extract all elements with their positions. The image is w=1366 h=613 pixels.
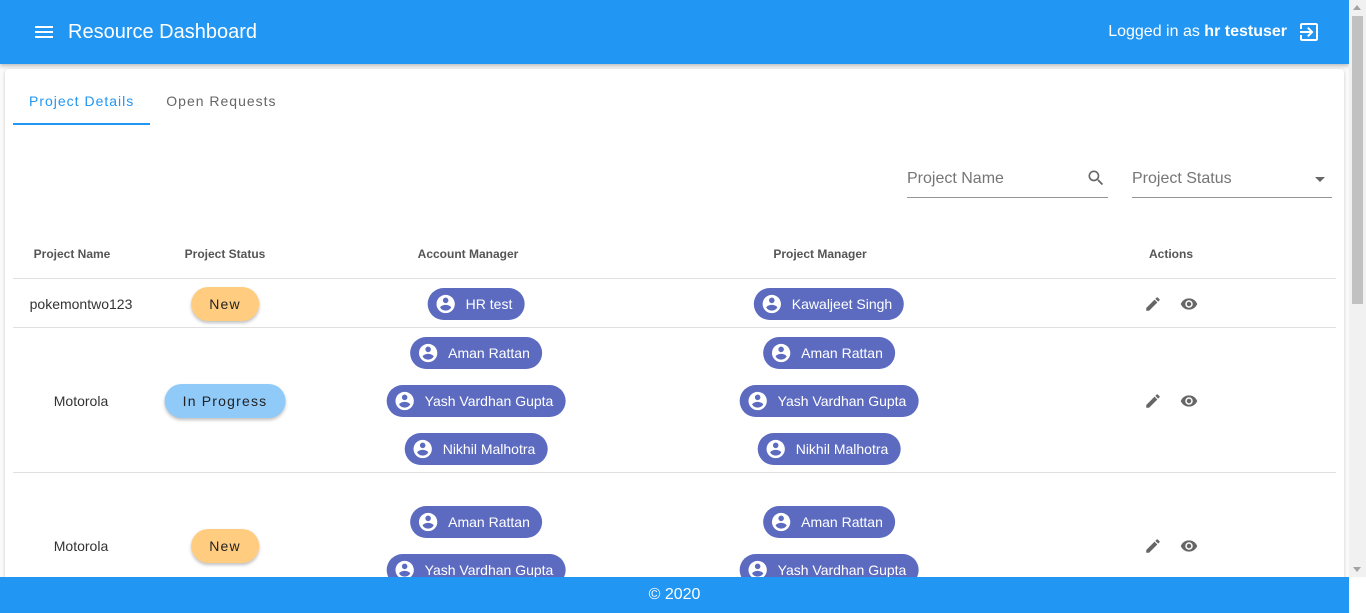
header-project-manager: Project Manager (773, 247, 867, 261)
status-badge: New (191, 286, 259, 321)
project-manager-name: Yash Vardhan Gupta (777, 561, 907, 578)
status-select-placeholder: Project Status (1132, 170, 1232, 187)
username: hr testuser (1204, 23, 1287, 40)
header-project-name: Project Name (33, 247, 111, 261)
project-manager-name: Nikhil Malhotra (795, 440, 889, 457)
account-manager-chip[interactable]: Aman Rattan (410, 336, 542, 369)
main-card: Project Details Open Requests Project St… (5, 69, 1344, 609)
table-header: Project Name Project Status Account Mana… (13, 237, 1336, 279)
project-manager-chip[interactable]: Kawaljeet Singh (753, 287, 905, 320)
header-actions: Actions (1148, 247, 1194, 261)
project-manager-chip[interactable]: Yash Vardhan Gupta (739, 384, 919, 417)
account-circle-icon (395, 391, 414, 410)
edit-icon[interactable] (1144, 392, 1162, 410)
footer: © 2020 (0, 577, 1349, 613)
page-scrollbar[interactable] (1349, 0, 1366, 577)
edit-icon[interactable] (1144, 537, 1162, 555)
project-name-cell: Motorola (53, 537, 109, 554)
account-manager-name: HR test (465, 295, 513, 312)
account-manager-chip[interactable]: Yash Vardhan Gupta (386, 384, 566, 417)
tab-project-details[interactable]: Project Details (13, 85, 151, 125)
tab-open-requests[interactable]: Open Requests (150, 85, 292, 125)
project-manager-name: Aman Rattan (801, 513, 883, 530)
project-manager-chip[interactable]: Aman Rattan (763, 505, 895, 538)
project-manager-name: Kawaljeet Singh (791, 295, 893, 312)
account-circle-icon (748, 391, 767, 410)
chevron-down-icon (1315, 177, 1325, 182)
menu-button[interactable] (30, 20, 58, 44)
account-manager-chip[interactable]: Nikhil Malhotra (404, 432, 548, 465)
account-manager-name: Aman Rattan (448, 344, 530, 361)
account-circle-icon (762, 294, 781, 313)
login-info: Logged in as hr testuser (1108, 21, 1287, 43)
account-manager-name: Yash Vardhan Gupta (424, 392, 554, 409)
project-manager-chip[interactable]: Nikhil Malhotra (757, 432, 901, 465)
project-name-cell: pokemontwo123 (29, 295, 133, 312)
logout-icon (1300, 23, 1318, 41)
header-project-status: Project Status (184, 247, 266, 261)
visibility-icon[interactable] (1180, 295, 1198, 313)
project-status-select[interactable]: Project Status (1132, 165, 1332, 198)
search-input[interactable] (907, 165, 1077, 193)
tab-bar: Project Details Open Requests (13, 85, 293, 125)
account-circle-icon (413, 439, 432, 458)
login-prefix: Logged in as (1108, 23, 1200, 40)
scroll-down-arrow[interactable] (1353, 567, 1361, 572)
status-badge: In Progress (164, 383, 286, 418)
visibility-icon[interactable] (1180, 537, 1198, 555)
account-circle-icon (436, 294, 455, 313)
account-manager-name: Yash Vardhan Gupta (424, 561, 554, 578)
account-manager-chip[interactable]: HR test (427, 287, 525, 320)
logout-button[interactable] (1297, 20, 1321, 44)
project-manager-name: Yash Vardhan Gupta (777, 392, 907, 409)
menu-icon (35, 26, 53, 38)
search-icon[interactable] (1086, 168, 1106, 188)
scroll-up-arrow[interactable] (1353, 5, 1361, 10)
account-manager-name: Aman Rattan (448, 513, 530, 530)
account-circle-icon (418, 343, 438, 362)
account-circle-icon (771, 343, 791, 362)
status-badge: New (191, 528, 259, 563)
account-circle-icon (771, 512, 791, 531)
account-manager-chip[interactable]: Aman Rattan (410, 505, 542, 538)
account-circle-icon (418, 512, 438, 531)
table-row: Motorola In Progress Aman Rattan Yash Vardh… (13, 328, 1336, 473)
scrollbar-thumb[interactable] (1352, 16, 1363, 304)
edit-icon[interactable] (1144, 295, 1162, 313)
app-bar: Resource Dashboard Logged in as hr testu… (0, 0, 1349, 64)
project-manager-chip[interactable]: Aman Rattan (763, 336, 895, 369)
project-manager-name: Aman Rattan (801, 344, 883, 361)
account-manager-name: Nikhil Malhotra (442, 440, 536, 457)
app-title: Resource Dashboard (68, 21, 257, 43)
project-name-cell: Motorola (53, 392, 109, 409)
footer-scrollbar-gap (1349, 577, 1366, 613)
header-account-manager: Account Manager (417, 247, 519, 261)
visibility-icon[interactable] (1180, 392, 1198, 410)
project-name-search[interactable] (907, 165, 1108, 198)
table-row: pokemontwo123 New HR test Kawaljeet Singh (13, 279, 1336, 328)
account-circle-icon (766, 439, 785, 458)
copyright-text: © 2020 (648, 586, 701, 603)
